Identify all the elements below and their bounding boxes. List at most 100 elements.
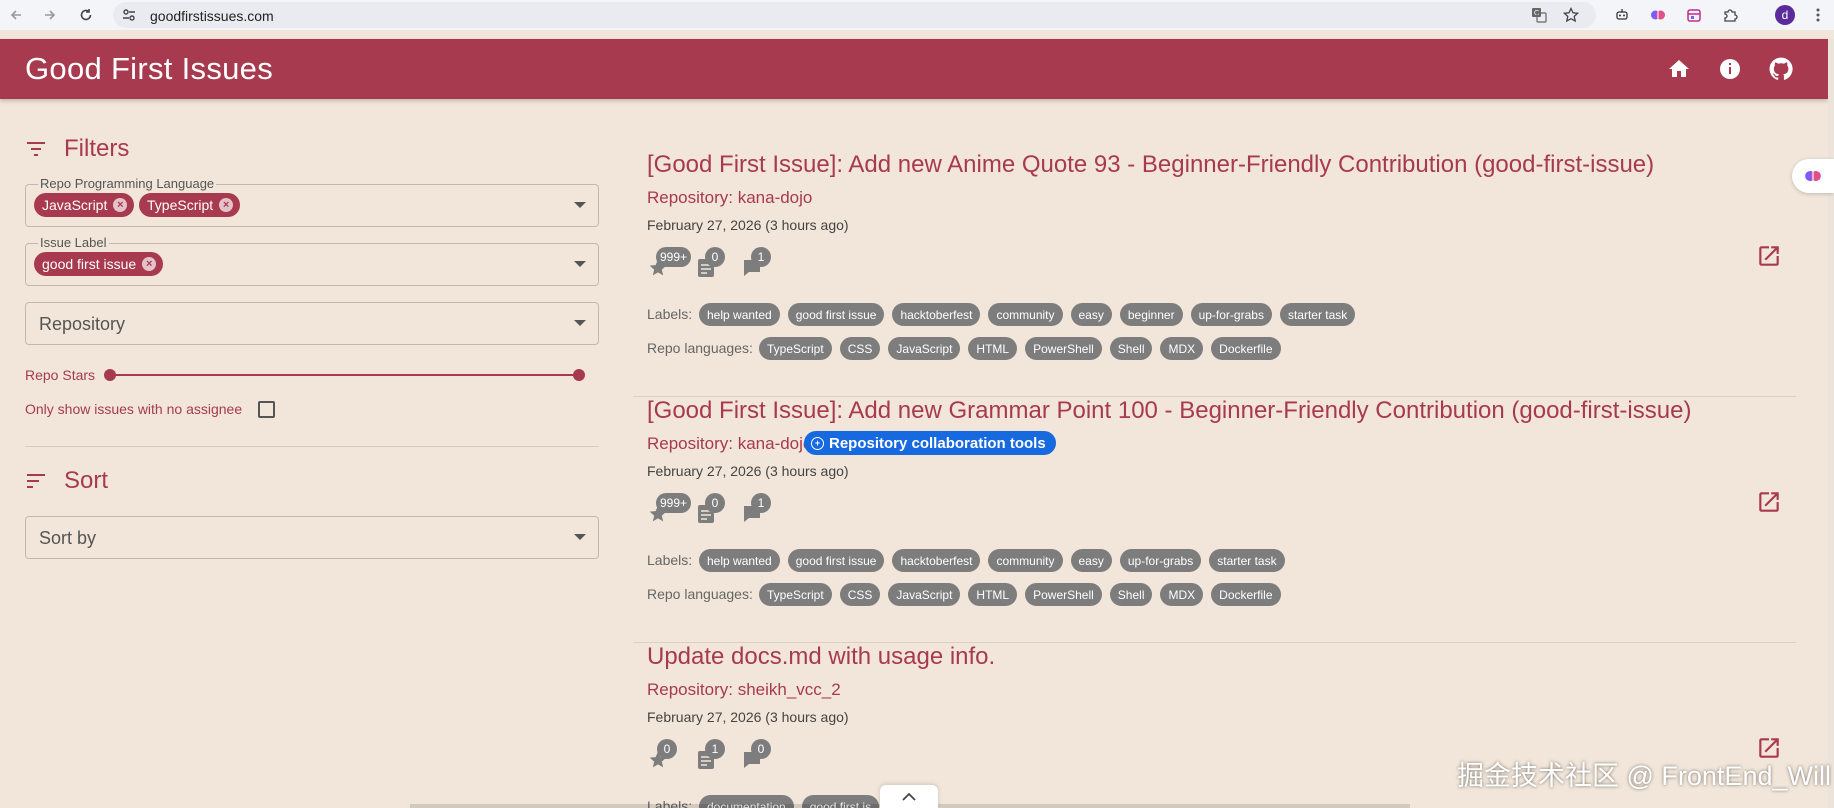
browser-toolbar: goodfirstissues.com G d: [0, 0, 1834, 30]
language-select[interactable]: Repo Programming Language JavaScript × T…: [25, 176, 599, 227]
label-tag[interactable]: up-for-grabs: [1190, 303, 1272, 326]
home-icon[interactable]: [1663, 53, 1695, 85]
label-tag[interactable]: starter task: [1279, 303, 1356, 326]
language-tag[interactable]: TypeScript: [759, 337, 832, 360]
stars-stat: 0: [647, 739, 687, 779]
chevron-up-icon: [902, 792, 916, 801]
extension-calendar-icon[interactable]: [1683, 4, 1705, 26]
extensions-puzzle-icon[interactable]: [1719, 4, 1741, 26]
language-tag[interactable]: MDX: [1160, 337, 1204, 360]
open-external-icon[interactable]: [1756, 243, 1784, 271]
tooltip-label: Repository collaboration tools: [829, 434, 1046, 452]
label-tag[interactable]: help wanted: [699, 303, 780, 326]
app-header: Good First Issues: [0, 39, 1828, 99]
issue-card: [Good First Issue]: Add new Anime Quote …: [633, 151, 1796, 397]
pull-requests-stat: 0: [695, 493, 735, 533]
issue-repo-link[interactable]: Repository: sheikh_vcc_2: [647, 680, 841, 700]
issue-date: February 27, 2026 (3 hours ago): [647, 709, 849, 725]
scroll-up-button[interactable]: [880, 785, 938, 808]
language-tag[interactable]: JavaScript: [888, 583, 961, 606]
label-tag[interactable]: hacktoberfest: [892, 303, 981, 326]
bookmark-star-icon[interactable]: [1561, 5, 1581, 25]
chip-good-first-issue[interactable]: good first issue ×: [34, 252, 164, 276]
repo-tools-tooltip[interactable]: + Repository collaboration tools: [804, 431, 1056, 455]
dropdown-caret-icon[interactable]: [574, 534, 586, 540]
repository-select[interactable]: Repository: [25, 302, 599, 345]
chip-remove-icon[interactable]: ×: [219, 198, 234, 212]
label-tag[interactable]: community: [988, 549, 1063, 572]
profile-avatar[interactable]: d: [1775, 5, 1795, 25]
repo-stars-slider[interactable]: [110, 374, 579, 376]
issue-title[interactable]: Update docs.md with usage info.: [647, 643, 995, 671]
issue-repo-link[interactable]: Repository: kana-dojo: [647, 434, 812, 454]
label-tag[interactable]: community: [988, 303, 1063, 326]
back-button[interactable]: [3, 2, 29, 28]
dropdown-caret-icon[interactable]: [574, 261, 586, 267]
label-tag[interactable]: help wanted: [699, 549, 780, 572]
language-tag[interactable]: PowerShell: [1025, 337, 1102, 360]
dropdown-caret-icon[interactable]: [574, 320, 586, 326]
label-tag[interactable]: starter task: [1209, 549, 1285, 572]
filters-icon: [26, 141, 46, 162]
info-icon[interactable]: [1714, 53, 1746, 85]
label-tag[interactable]: easy: [1070, 303, 1112, 326]
stars-stat: 999+: [647, 493, 692, 533]
comment-count: 0: [751, 739, 771, 759]
label-select[interactable]: Issue Label good first issue ×: [25, 235, 599, 286]
chip-remove-icon[interactable]: ×: [113, 198, 128, 212]
chip-label: JavaScript: [42, 197, 108, 213]
language-tag[interactable]: PowerShell: [1025, 583, 1102, 606]
chip-remove-icon[interactable]: ×: [142, 257, 157, 271]
language-tag[interactable]: CSS: [839, 583, 881, 606]
page-scrollbar[interactable]: [1828, 39, 1834, 808]
reload-button[interactable]: [73, 2, 99, 28]
floating-brain-extension-icon[interactable]: [1792, 159, 1834, 193]
extension-brain-icon[interactable]: [1647, 4, 1669, 26]
comment-count: 1: [751, 247, 771, 267]
label-tag[interactable]: beginner: [1119, 303, 1183, 326]
language-tag[interactable]: Shell: [1109, 583, 1153, 606]
chip-javascript[interactable]: JavaScript ×: [34, 193, 135, 217]
forward-button[interactable]: [37, 2, 63, 28]
language-tag[interactable]: HTML: [968, 583, 1018, 606]
issue-title[interactable]: [Good First Issue]: Add new Grammar Poin…: [647, 397, 1691, 425]
language-tag[interactable]: CSS: [839, 337, 881, 360]
url-text[interactable]: goodfirstissues.com: [150, 8, 274, 24]
issue-title[interactable]: [Good First Issue]: Add new Anime Quote …: [647, 151, 1654, 179]
label-tag[interactable]: up-for-grabs: [1119, 549, 1202, 572]
address-bar[interactable]: goodfirstissues.com G: [113, 2, 1596, 28]
site-settings-icon[interactable]: [121, 7, 137, 23]
language-tag[interactable]: Dockerfile: [1211, 583, 1281, 606]
more-menu-icon[interactable]: [1808, 5, 1828, 25]
pull-requests-stat: 0: [695, 247, 735, 287]
slider-thumb-max[interactable]: [573, 369, 585, 381]
chip-label: TypeScript: [147, 197, 214, 213]
language-tag[interactable]: MDX: [1160, 583, 1204, 606]
language-tag[interactable]: TypeScript: [759, 583, 832, 606]
issue-repo-link[interactable]: Repository: kana-dojo: [647, 188, 812, 208]
language-tag[interactable]: Dockerfile: [1211, 337, 1281, 360]
labels-list: help wanted good first issue hacktoberfe…: [699, 549, 1285, 572]
dropdown-caret-icon[interactable]: [574, 202, 586, 208]
github-icon[interactable]: [1765, 53, 1797, 85]
no-assignee-checkbox[interactable]: [258, 401, 275, 418]
label-tag[interactable]: hacktoberfest: [892, 549, 981, 572]
language-tag[interactable]: JavaScript: [888, 337, 961, 360]
chip-typescript[interactable]: TypeScript ×: [139, 193, 241, 217]
translate-icon[interactable]: G: [1529, 5, 1549, 25]
app-title[interactable]: Good First Issues: [25, 51, 273, 87]
label-tag[interactable]: good first issue: [787, 303, 885, 326]
open-external-icon[interactable]: [1756, 489, 1784, 517]
label-tag[interactable]: easy: [1070, 549, 1112, 572]
language-tag[interactable]: HTML: [968, 337, 1018, 360]
watermark: 掘金技术社区 @ FrontEnd_Will: [1457, 761, 1831, 791]
label-tag[interactable]: good first issue: [787, 549, 885, 572]
language-tag[interactable]: Shell: [1109, 337, 1153, 360]
chip-label: good first issue: [42, 256, 137, 272]
extension-robot-icon[interactable]: [1611, 4, 1633, 26]
sort-select[interactable]: Sort by: [25, 516, 599, 559]
slider-thumb-min[interactable]: [104, 369, 116, 381]
repository-placeholder: Repository: [39, 314, 126, 334]
sort-icon: [26, 473, 46, 494]
pull-requests-stat: 1: [695, 739, 735, 779]
